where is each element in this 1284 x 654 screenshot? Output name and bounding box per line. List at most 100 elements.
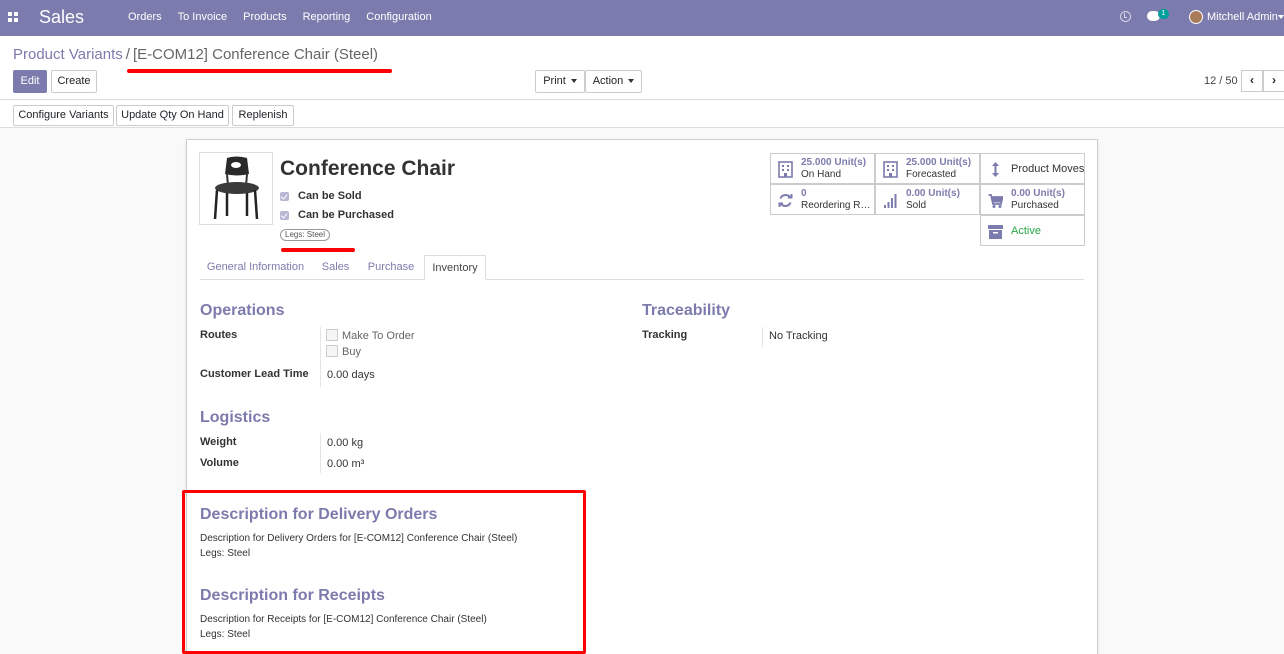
red-annotation-box: [182, 490, 586, 654]
lead-time-field[interactable]: 0.00 days: [327, 369, 375, 381]
menu-products[interactable]: Products: [243, 11, 286, 23]
menu-configuration[interactable]: Configuration: [366, 11, 431, 23]
field-divider: [320, 327, 321, 387]
can-be-purchased-label: Can be Purchased: [298, 209, 394, 221]
caret-down-icon: [628, 79, 635, 84]
sold-button[interactable]: 0.00 Unit(s) Sold: [875, 184, 980, 215]
red-annotation-underline: [281, 248, 355, 252]
control-panel: Product Variants / [E-COM12] Conference Ch…: [0, 36, 1284, 100]
archive-icon: [988, 225, 1003, 239]
volume-unit: m³: [351, 458, 365, 470]
lead-time-value: 0.00: [327, 369, 349, 381]
route-mto-checkbox[interactable]: [326, 329, 338, 341]
activity-clock-icon[interactable]: [1120, 11, 1131, 22]
sold-value: 0.00 Unit(s): [906, 188, 960, 199]
top-navbar: Sales Orders To Invoice Products Reporti…: [0, 0, 1284, 36]
operations-title: Operations: [200, 302, 285, 319]
pager-next-button[interactable]: ›: [1263, 70, 1284, 92]
reordering-label: Reordering R…: [801, 200, 871, 211]
can-be-purchased-checkbox[interactable]: Can be Purchased: [280, 209, 394, 221]
logistics-title: Logistics: [200, 409, 271, 426]
building-icon: [883, 161, 898, 178]
on-hand-label: On Hand: [801, 169, 842, 180]
refresh-icon: [778, 194, 793, 207]
user-menu[interactable]: Mitchell Admin: [1207, 11, 1278, 23]
volume-field[interactable]: 0.00 m³: [327, 458, 364, 470]
route-buy-label: Buy: [342, 346, 361, 358]
product-name[interactable]: Conference Chair: [280, 157, 455, 181]
weight-field[interactable]: 0.00 kg: [327, 437, 363, 449]
volume-value: 0.00: [327, 458, 349, 470]
active-toggle-button[interactable]: Active: [980, 215, 1085, 246]
replenish-button[interactable]: Replenish: [232, 105, 294, 126]
variant-attribute-tag: Legs: Steel: [280, 229, 331, 241]
menu-to-invoice[interactable]: To Invoice: [178, 11, 228, 23]
update-qty-button[interactable]: Update Qty On Hand: [116, 105, 229, 126]
tab-general-information[interactable]: General Information: [200, 255, 311, 280]
breadcrumb-current: [E-COM12] Conference Chair (Steel): [132, 46, 379, 63]
on-hand-button[interactable]: 25.000 Unit(s) On Hand: [770, 153, 875, 184]
tab-sales[interactable]: Sales: [314, 255, 357, 280]
pager-previous-button[interactable]: ‹: [1241, 70, 1263, 92]
apps-menu-icon[interactable]: [8, 12, 18, 22]
breadcrumb-parent[interactable]: Product Variants: [13, 46, 123, 63]
sold-label: Sold: [906, 200, 927, 211]
user-avatar[interactable]: [1189, 10, 1203, 24]
notebook-tabs: General Information Sales Purchase Inven…: [200, 255, 1084, 280]
tab-purchase[interactable]: Purchase: [362, 255, 420, 280]
product-image[interactable]: [199, 152, 273, 225]
print-label: Print: [543, 75, 566, 87]
breadcrumb: Product Variants / [E-COM12] Conference Ch…: [13, 46, 378, 63]
tab-inventory[interactable]: Inventory: [424, 255, 486, 280]
checkbox-checked-icon: [280, 191, 289, 201]
field-divider: [320, 433, 321, 473]
building-icon: [778, 161, 793, 178]
product-moves-label: Product Moves: [1011, 163, 1085, 175]
forecasted-label: Forecasted: [906, 169, 957, 180]
checkbox-checked-icon: [280, 210, 289, 220]
weight-value: 0.00: [327, 437, 349, 449]
action-dropdown[interactable]: Action: [585, 70, 642, 93]
breadcrumb-separator: /: [125, 46, 130, 63]
menu-reporting[interactable]: Reporting: [303, 11, 351, 23]
route-mto-label: Make To Order: [342, 330, 415, 342]
weight-unit: kg: [351, 437, 364, 449]
tracking-value[interactable]: No Tracking: [769, 330, 828, 342]
menu-orders[interactable]: Orders: [128, 11, 162, 23]
red-annotation-underline: [127, 69, 392, 73]
caret-down-icon[interactable]: [1278, 15, 1284, 19]
pager-value[interactable]: 12 / 50: [1204, 75, 1238, 87]
tracking-label: Tracking: [642, 329, 688, 341]
weight-label: Weight: [200, 436, 237, 448]
on-hand-value: 25.000 Unit(s): [801, 157, 867, 168]
traceability-title: Traceability: [642, 302, 731, 319]
forecasted-button[interactable]: 25.000 Unit(s) Forecasted: [875, 153, 980, 184]
configure-variants-button[interactable]: Configure Variants: [13, 105, 114, 126]
route-buy-checkbox[interactable]: [326, 345, 338, 357]
action-label: Action: [592, 75, 624, 87]
print-dropdown[interactable]: Print: [535, 70, 585, 93]
reordering-value: 0: [801, 188, 807, 199]
shopping-cart-icon: [988, 194, 1003, 208]
purchased-value: 0.00 Unit(s): [1011, 188, 1065, 199]
reordering-rules-button[interactable]: 0 Reordering R…: [770, 184, 875, 215]
routes-label: Routes: [200, 329, 238, 341]
purchased-button[interactable]: 0.00 Unit(s) Purchased: [980, 184, 1085, 215]
product-moves-button[interactable]: Product Moves: [980, 153, 1085, 184]
lead-time-unit: days: [351, 369, 375, 381]
up-down-arrows-icon: [992, 162, 999, 177]
chair-image: [213, 156, 259, 220]
signal-bars-icon: [884, 194, 897, 208]
app-name[interactable]: Sales: [39, 7, 84, 28]
lead-time-label: Customer Lead Time: [200, 368, 309, 380]
edit-button[interactable]: Edit: [13, 70, 47, 93]
can-be-sold-label: Can be Sold: [298, 190, 362, 202]
main-menu: Orders To Invoice Products Reporting Con…: [120, 11, 440, 23]
forecasted-value: 25.000 Unit(s): [906, 157, 972, 168]
can-be-sold-checkbox[interactable]: Can be Sold: [280, 190, 362, 202]
active-label: Active: [1011, 225, 1041, 237]
create-button[interactable]: Create: [51, 70, 97, 93]
volume-label: Volume: [200, 457, 239, 469]
purchased-label: Purchased: [1011, 200, 1059, 211]
chat-count-badge: 1: [1158, 9, 1169, 19]
